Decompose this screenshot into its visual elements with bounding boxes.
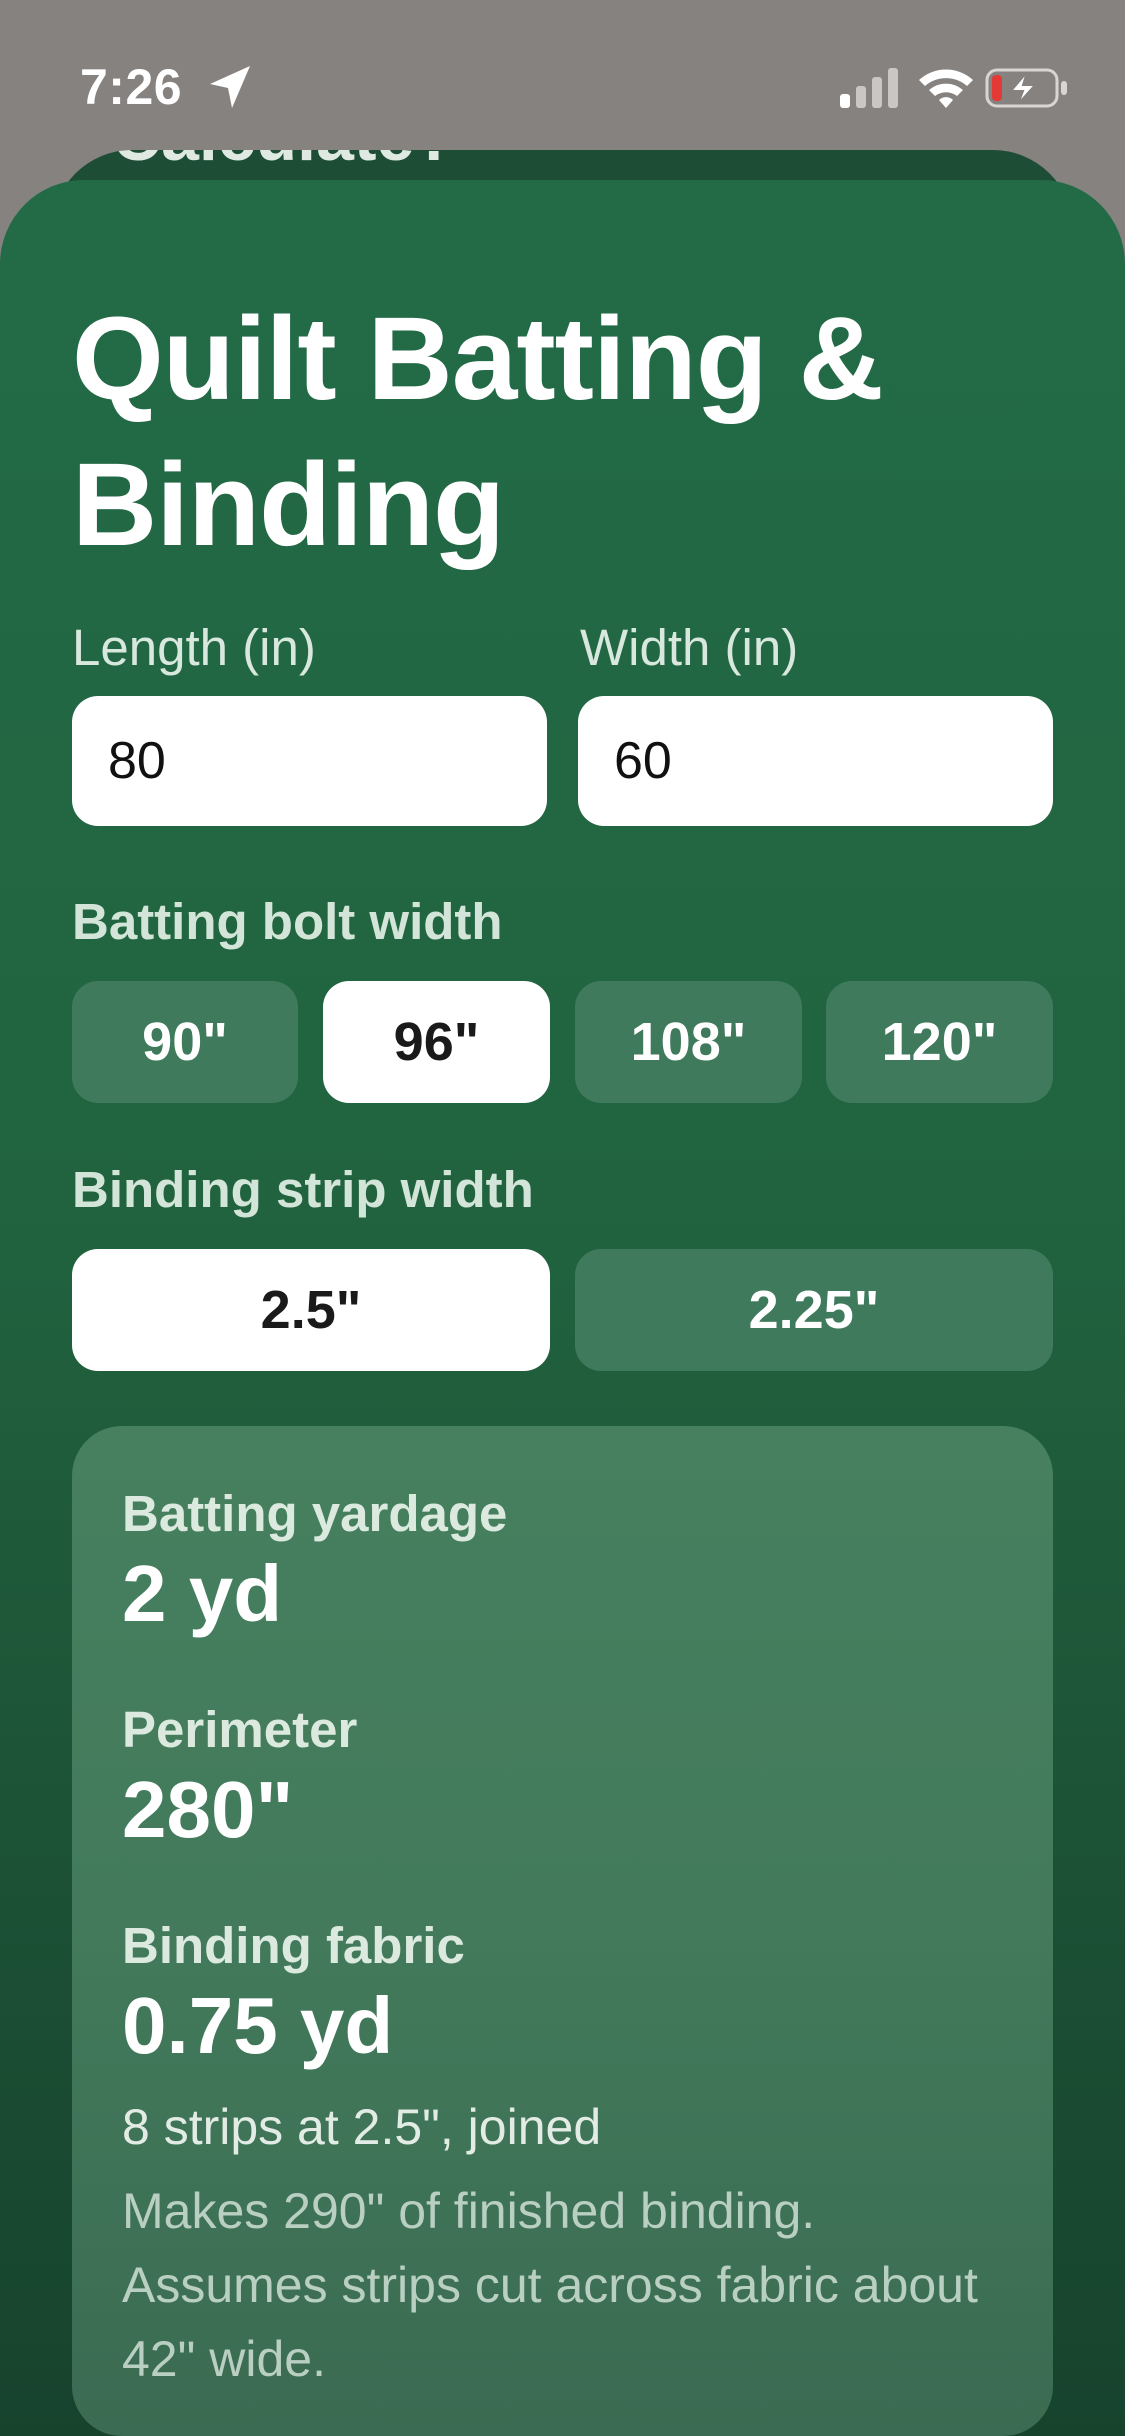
background-sheet-title: Calculate? [112,150,456,176]
calculator-sheet: Quilt Batting & Binding Length (in) Widt… [0,180,1125,2436]
strip-option-2-25[interactable]: 2.25" [575,1249,1053,1371]
batting-bolt-label: Batting bolt width [72,893,503,950]
width-input[interactable] [578,696,1053,826]
length-input[interactable] [72,696,547,826]
binding-fabric-value: 0.75 yd [122,1981,394,2070]
bolt-option-90[interactable]: 90" [72,981,298,1103]
app-screen: 7:26 Calculate? Quilt Batting & Binding [0,0,1125,2436]
battery-charging-icon [985,68,1067,108]
binding-footnote: Makes 290" of finished binding. Assumes … [122,2183,978,2387]
cellular-signal-icon [840,68,898,108]
wifi-icon [919,69,973,108]
bolt-option-108[interactable]: 108" [575,981,802,1103]
binding-fabric-label: Binding fabric [122,1917,465,1974]
width-label: Width (in) [580,619,799,676]
status-time: 7:26 [80,59,183,115]
location-arrow-icon [210,66,250,108]
page-title: Quilt Batting & Binding [72,293,884,571]
binding-strip-label: Binding strip width [72,1161,534,1218]
length-label: Length (in) [72,619,316,676]
bolt-option-120[interactable]: 120" [826,981,1053,1103]
batting-yardage-value: 2 yd [122,1549,283,1638]
results-card: Batting yardage 2 yd Perimeter 280" Bind… [72,1426,1053,2436]
perimeter-value: 280" [122,1765,294,1854]
bolt-option-96[interactable]: 96" [323,981,550,1103]
batting-yardage-label: Batting yardage [122,1485,508,1542]
binding-strips-detail: 8 strips at 2.5", joined [122,2099,602,2155]
perimeter-label: Perimeter [122,1701,358,1758]
strip-option-2-5[interactable]: 2.5" [72,1249,550,1371]
status-bar: 7:26 [0,0,1125,150]
